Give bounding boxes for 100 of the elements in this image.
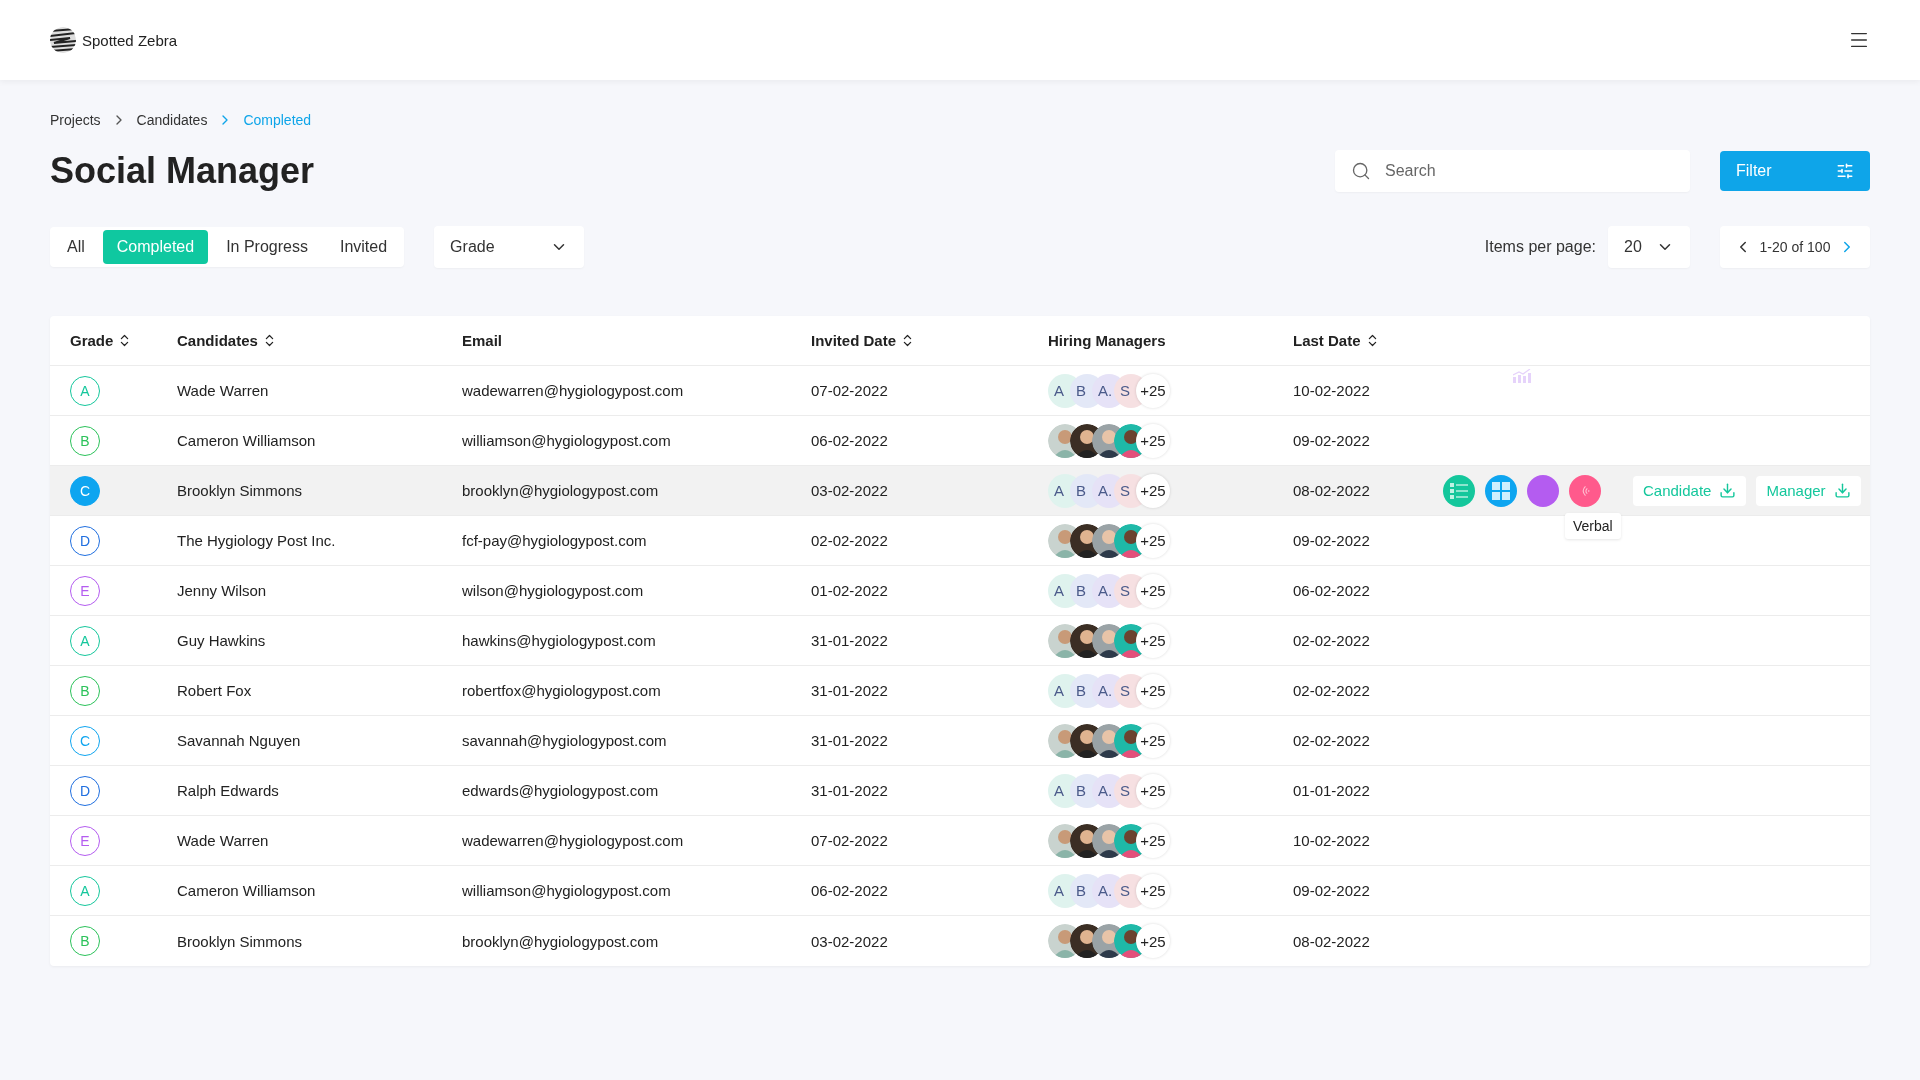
candidate-name: Savannah Nguyen bbox=[177, 732, 302, 749]
grade-dropdown[interactable]: Grade bbox=[434, 226, 585, 268]
last-date: 08-02-2022 bbox=[1293, 482, 1371, 499]
download-icon bbox=[1833, 482, 1851, 499]
table-row[interactable]: A Guy Hawkins hawkins@hygiologypost.com 31-01-2022 +25 02-02-2022 bbox=[50, 616, 1870, 666]
last-date: 10-02-2022 bbox=[1293, 382, 1371, 399]
more-managers-count: +25 bbox=[1136, 423, 1170, 458]
more-managers-count: +25 bbox=[1136, 823, 1170, 858]
invited-date: 03-02-2022 bbox=[811, 482, 889, 499]
column-header: Email bbox=[462, 332, 503, 349]
breadcrumb-link[interactable]: Candidates bbox=[136, 112, 208, 128]
invited-date: 31-01-2022 bbox=[811, 782, 889, 799]
invited-date: 07-02-2022 bbox=[811, 832, 889, 849]
candidate-name: Guy Hawkins bbox=[177, 632, 267, 649]
list-icon bbox=[1450, 482, 1468, 499]
items-per-page-label: Items per page: bbox=[1484, 238, 1596, 256]
email-cell-text: brooklyn@hygiologypost.com bbox=[462, 932, 660, 950]
grade-badge: C bbox=[70, 475, 100, 506]
grade-badge: A bbox=[70, 375, 100, 406]
more-managers-count: +25 bbox=[1136, 873, 1170, 908]
more-managers-count: +25 bbox=[1136, 373, 1170, 408]
email-cell-text: robertfox@hygiologypost.com bbox=[462, 682, 662, 699]
email-cell-text: williamson@hygiologypost.com bbox=[462, 882, 672, 899]
column-header[interactable]: Invited Date bbox=[811, 332, 916, 349]
assessment-button[interactable] bbox=[1443, 474, 1475, 507]
email-cell-text: williamson@hygiologypost.com bbox=[462, 432, 672, 449]
table-row[interactable]: E Wade Warren wadewarren@hygiologypost.com 07-02-2022 +25 10-02-2022 bbox=[50, 816, 1870, 866]
email-cell-text: wadewarren@hygiologypost.com bbox=[462, 382, 685, 399]
email-cell-text: wadewarren@hygiologypost.com bbox=[462, 832, 685, 849]
candidate-name: Cameron Williamson bbox=[177, 882, 317, 899]
assessment-button[interactable] bbox=[1485, 474, 1517, 507]
candidate-name: Cameron Williamson bbox=[177, 432, 317, 449]
email-cell-text: edwards@hygiologypost.com bbox=[462, 782, 660, 799]
table-row[interactable]: B Brooklyn Simmons brooklyn@hygiologypost.com 03-02-2022 +25 08-02-2022 bbox=[50, 916, 1870, 966]
status-tab[interactable]: Invited bbox=[325, 230, 402, 264]
grade-badge: B bbox=[70, 926, 100, 956]
column-header[interactable]: Candidates bbox=[177, 332, 277, 349]
grade-badge: C bbox=[70, 725, 100, 756]
candidate-name: Wade Warren bbox=[177, 382, 270, 399]
grade-badge: E bbox=[70, 575, 100, 606]
grade-badge: B bbox=[70, 425, 100, 456]
table-row[interactable]: B Robert Fox robertfox@hygiologypost.com 31-01-2022 A B A. S +25 02-02-2022 bbox=[50, 666, 1870, 716]
grade-badge: D bbox=[70, 525, 100, 556]
more-managers-count: +25 bbox=[1136, 723, 1170, 758]
email-cell-text: hawkins@hygiologypost.com bbox=[462, 632, 657, 649]
invited-date: 31-01-2022 bbox=[811, 682, 889, 699]
invited-date: 01-02-2022 bbox=[811, 582, 889, 599]
tooltip: Verbal bbox=[1565, 512, 1621, 539]
email-cell-text: savannah@hygiologypost.com bbox=[462, 732, 668, 749]
search-field[interactable]: Search bbox=[1335, 150, 1690, 192]
logo-icon bbox=[50, 27, 76, 53]
grade-badge: E bbox=[70, 825, 100, 856]
last-date: 02-02-2022 bbox=[1293, 682, 1371, 699]
grid-icon bbox=[1492, 481, 1510, 500]
grade-badge: D bbox=[70, 775, 100, 806]
breadcrumb-link[interactable]: Projects bbox=[50, 112, 101, 128]
download-icon bbox=[1719, 482, 1737, 499]
column-header: Hiring Managers bbox=[1048, 332, 1166, 349]
page-range: 1-20 of 100 bbox=[1759, 239, 1831, 255]
status-tab[interactable]: All bbox=[53, 230, 99, 264]
assessment-button[interactable] bbox=[1527, 474, 1559, 507]
more-managers-count: +25 bbox=[1136, 773, 1170, 808]
page-title: Social Manager bbox=[50, 150, 315, 192]
invited-date: 31-01-2022 bbox=[811, 732, 889, 749]
last-date: 09-02-2022 bbox=[1293, 432, 1371, 449]
last-date: 01-01-2022 bbox=[1293, 782, 1371, 799]
invited-date: 06-02-2022 bbox=[811, 432, 889, 449]
more-managers-count: +25 bbox=[1136, 523, 1170, 558]
table-row[interactable]: C Savannah Nguyen savannah@hygiologypost.com 31-01-2022 +25 02-02-2022 bbox=[50, 716, 1870, 766]
grade-badge: B bbox=[70, 675, 100, 706]
table-row[interactable]: A Wade Warren wadewarren@hygiologypost.com 07-02-2022 A B A. S +25 10-02-2022 bbox=[50, 366, 1870, 416]
invited-date: 06-02-2022 bbox=[811, 882, 889, 899]
candidate-name: Ralph Edwards bbox=[177, 782, 280, 799]
candidate-name: Robert Fox bbox=[177, 682, 253, 699]
more-managers-count: +25 bbox=[1136, 573, 1170, 608]
invited-date: 07-02-2022 bbox=[811, 382, 889, 399]
sliders-icon bbox=[1836, 162, 1854, 180]
status-tab[interactable]: In Progress bbox=[212, 230, 322, 264]
invited-date: 31-01-2022 bbox=[811, 632, 889, 649]
more-managers-count: +25 bbox=[1136, 623, 1170, 658]
search-icon bbox=[1351, 161, 1371, 181]
email-cell-text: wilson@hygiologypost.com bbox=[462, 582, 645, 599]
table-row[interactable]: E Jenny Wilson wilson@hygiologypost.com 01-02-2022 A B A. S +25 06-02-2022 bbox=[50, 566, 1870, 616]
grade-badge: A bbox=[70, 875, 100, 906]
email-cell-text: brooklyn@hygiologypost.com bbox=[462, 482, 660, 499]
more-managers-count: +25 bbox=[1136, 924, 1170, 958]
last-date: 02-02-2022 bbox=[1293, 632, 1371, 649]
brand-name: Spotted Zebra bbox=[82, 31, 178, 49]
column-header[interactable]: Last Date bbox=[1293, 332, 1380, 349]
page-size-dropdown[interactable]: 20 bbox=[1608, 226, 1690, 268]
column-header[interactable]: Grade bbox=[70, 332, 133, 349]
last-date: 10-02-2022 bbox=[1293, 832, 1371, 849]
more-managers-count: +25 bbox=[1136, 673, 1170, 708]
table-row[interactable]: A Cameron Williamson williamson@hygiologypost.com 06-02-2022 A B A. S +25 09-02-2022 bbox=[50, 866, 1870, 916]
sound-waves-icon bbox=[1580, 484, 1590, 497]
more-managers-count: +25 bbox=[1136, 473, 1170, 508]
last-date: 08-02-2022 bbox=[1293, 932, 1371, 950]
candidate-name: Jenny Wilson bbox=[177, 582, 268, 599]
table-row[interactable]: D Ralph Edwards edwards@hygiologypost.com 31-01-2022 A B A. S +25 01-01-2022 bbox=[50, 766, 1870, 816]
invited-date: 03-02-2022 bbox=[811, 932, 889, 950]
